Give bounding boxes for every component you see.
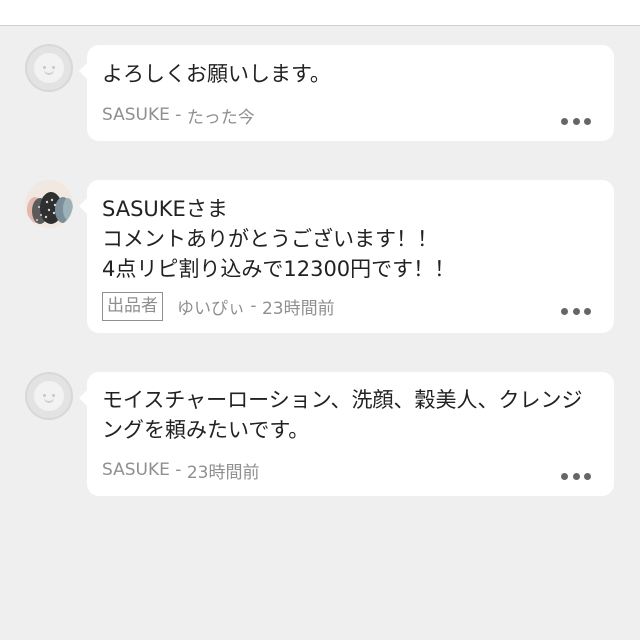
default-avatar[interactable] bbox=[25, 44, 73, 92]
meta-separator: - bbox=[245, 296, 262, 316]
comment-author[interactable]: SASUKE bbox=[102, 105, 170, 125]
more-dots-icon[interactable] bbox=[561, 308, 591, 316]
comment-text: モイスチャーローション、洗顔、穀美人、クレンジングを頼みたいです。 bbox=[102, 388, 583, 442]
comment-bubble: SASUKEさま コメントありがとうございます！！ 4点リピ割り込みで12300… bbox=[79, 180, 614, 333]
comment-time: 23時間前 bbox=[186, 462, 260, 483]
smiley-face-icon bbox=[34, 53, 64, 83]
smiley-face-icon bbox=[34, 381, 64, 411]
top-bar bbox=[0, 0, 640, 26]
meta-separator: - bbox=[169, 105, 187, 125]
comment-meta: 出品者 ゆいぴぃ - 23時間前 bbox=[102, 291, 335, 321]
comment-meta: SASUKE - 23時間前 bbox=[102, 458, 260, 483]
comment-bubble: よろしくお願いします。 SASUKE - たった今 bbox=[79, 45, 614, 141]
comment-meta: SASUKE - たった今 bbox=[102, 103, 255, 128]
comment-time: たった今 bbox=[186, 107, 255, 128]
comment-author[interactable]: ゆいぴぃ bbox=[177, 294, 245, 319]
user-photo-avatar[interactable] bbox=[25, 180, 73, 228]
comment-author[interactable]: SASUKE bbox=[102, 460, 170, 480]
meta-separator: - bbox=[169, 460, 187, 480]
comment-text: よろしくお願いします。 bbox=[102, 62, 331, 86]
default-avatar[interactable] bbox=[25, 372, 73, 420]
profile-photo-icon bbox=[25, 180, 73, 228]
comment-bubble: モイスチャーローション、洗顔、穀美人、クレンジングを頼みたいです。 SASUKE… bbox=[79, 372, 614, 496]
more-dots-icon[interactable] bbox=[561, 473, 591, 481]
comment-time: 23時間前 bbox=[261, 298, 335, 319]
seller-badge: 出品者 bbox=[102, 291, 163, 321]
comment-text: SASUKEさま コメントありがとうございます！！ 4点リピ割り込みで12300… bbox=[102, 197, 456, 281]
more-dots-icon[interactable] bbox=[561, 118, 591, 126]
